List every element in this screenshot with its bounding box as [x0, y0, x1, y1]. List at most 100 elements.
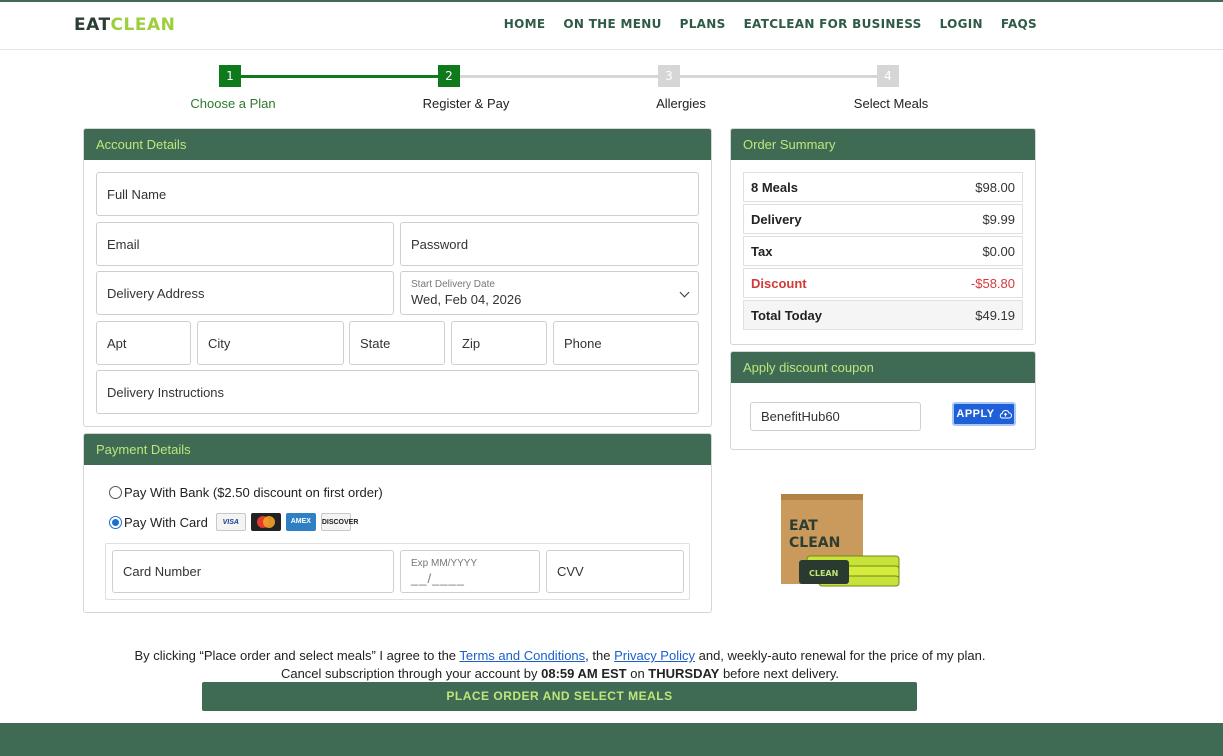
step-3-label: Allergies [656, 96, 706, 111]
step-1-marker: 1 [219, 65, 241, 87]
nav-eatclean-for-business[interactable]: EATCLEAN FOR BUSINESS [744, 17, 922, 31]
full-name-field[interactable]: Full Name [96, 172, 699, 216]
terms-text: By clicking “Place order and select meal… [134, 648, 460, 663]
apply-label: APPLY [956, 408, 995, 420]
nav-home[interactable]: HOME [504, 17, 546, 31]
nav-faqs[interactable]: FAQS [1001, 17, 1037, 31]
email-placeholder: Email [107, 236, 140, 252]
card-option-label: Pay With Card [124, 514, 208, 530]
step-2-marker: 2 [438, 65, 460, 87]
terms-text: on [626, 666, 649, 681]
amex-icon: AMEX [285, 513, 316, 531]
phone-field[interactable]: Phone [553, 321, 699, 365]
visa-icon: VISA [215, 513, 246, 531]
site-footer [0, 723, 1223, 756]
summary-value: $49.19 [975, 307, 1015, 323]
step-4-label: Select Meals [853, 96, 929, 111]
summary-value: -$58.80 [970, 275, 1015, 291]
logo-clean: CLEAN [110, 15, 176, 35]
cancel-time: 08:59 AM EST [541, 666, 627, 681]
apply-coupon-button[interactable]: APPLY [952, 402, 1016, 426]
bank-radio[interactable] [109, 486, 122, 499]
terms-and-conditions-link[interactable]: Terms and Conditions [459, 648, 585, 663]
summary-label: Discount [751, 275, 807, 291]
cancel-day: THURSDAY [648, 666, 720, 681]
cloud-upload-icon [999, 410, 1012, 419]
summary-row-delivery: Delivery $9.99 [743, 204, 1023, 234]
payment-details-panel: Payment Details Pay With Bank ($2.50 dis… [83, 433, 712, 613]
password-placeholder: Password [411, 236, 469, 252]
discover-icon: DISCOVER [320, 513, 358, 531]
cvv-field[interactable]: CVV [546, 550, 684, 593]
city-placeholder: City [208, 335, 231, 351]
state-field[interactable]: State [349, 321, 445, 365]
site-header: EATCLEAN HOME ON THE MENU PLANS EATCLEAN… [0, 2, 1223, 50]
order-summary-panel: Order Summary 8 Meals $98.00 Delivery $9… [730, 128, 1036, 345]
account-details-panel: Account Details Full Name Email Password… [83, 128, 712, 427]
summary-label: Delivery [751, 211, 802, 227]
cvv-placeholder: CVV [557, 564, 584, 579]
step-3-marker: 3 [658, 65, 680, 87]
phone-placeholder: Phone [564, 335, 602, 351]
password-field[interactable]: Password [400, 222, 699, 266]
step-4-marker: 4 [877, 65, 899, 87]
pay-with-bank-option[interactable]: Pay With Bank ($2.50 discount on first o… [109, 485, 383, 500]
step-connector-1 [241, 75, 460, 78]
email-field[interactable]: Email [96, 222, 394, 266]
order-summary-title: Order Summary [731, 129, 1035, 160]
terms-text: Cancel subscription through your account… [280, 666, 542, 681]
summary-label: Tax [751, 243, 773, 259]
payment-details-title: Payment Details [84, 434, 711, 465]
expiry-field[interactable]: Exp MM/YYYY __/____ [400, 550, 540, 593]
coupon-value: BenefitHub60 [761, 409, 840, 424]
full-name-placeholder: Full Name [107, 186, 167, 202]
card-fields-container: Card Number Exp MM/YYYY __/____ CVV [105, 543, 690, 600]
summary-label: Total Today [751, 307, 823, 323]
delivery-instructions-field[interactable]: Delivery Instructions [96, 370, 699, 414]
eatclean-logo[interactable]: EATCLEAN [74, 15, 175, 35]
terms-text: and, weekly-auto renewal for the price o… [695, 648, 986, 663]
box-text-clean: CLEAN [789, 535, 840, 551]
coupon-input[interactable]: BenefitHub60 [750, 402, 921, 431]
summary-row-tax: Tax $0.00 [743, 236, 1023, 266]
card-number-placeholder: Card Number [123, 564, 202, 579]
summary-value: $0.00 [982, 243, 1015, 259]
summary-row-meals: 8 Meals $98.00 [743, 172, 1023, 202]
main-nav: HOME ON THE MENU PLANS EATCLEAN FOR BUSI… [504, 17, 1037, 31]
delivery-instructions-placeholder: Delivery Instructions [107, 384, 225, 400]
expiry-label: Exp MM/YYYY [411, 557, 478, 569]
apt-field[interactable]: Apt [96, 321, 191, 365]
terms-line-2: Cancel subscription through your account… [0, 665, 1120, 683]
summary-row-total: Total Today $49.19 [743, 300, 1023, 330]
summary-value: $9.99 [982, 211, 1015, 227]
start-delivery-date-select[interactable]: Start Delivery Date Wed, Feb 04, 2026 [400, 271, 699, 315]
delivery-address-placeholder: Delivery Address [107, 285, 205, 301]
delivery-address-field[interactable]: Delivery Address [96, 271, 394, 315]
terms-text: before next delivery. [719, 666, 840, 681]
privacy-policy-link[interactable]: Privacy Policy [614, 648, 695, 663]
mini-box-text: CLEAN [809, 569, 838, 578]
step-1-label: Choose a Plan [190, 96, 276, 111]
logo-eat: EAT [74, 15, 111, 35]
summary-value: $98.00 [975, 179, 1015, 195]
expiry-mask: __/____ [411, 570, 465, 586]
summary-row-discount: Discount -$58.80 [743, 268, 1023, 298]
zip-field[interactable]: Zip [451, 321, 547, 365]
box-text-eat: EAT [789, 518, 818, 534]
pay-with-card-option[interactable]: Pay With Card VISA AMEX DISCOVER [109, 513, 358, 531]
nav-login[interactable]: LOGIN [940, 17, 983, 31]
bank-option-label: Pay With Bank ($2.50 discount on first o… [124, 485, 383, 500]
summary-label: 8 Meals [751, 179, 798, 195]
chevron-down-icon [679, 287, 690, 298]
state-placeholder: State [360, 335, 391, 351]
checkout-stepper: 1 2 3 4 Choose a Plan Register & Pay All… [130, 65, 1010, 115]
card-number-field[interactable]: Card Number [112, 550, 394, 593]
nav-plans[interactable]: PLANS [680, 17, 726, 31]
account-details-title: Account Details [84, 129, 711, 160]
city-field[interactable]: City [197, 321, 344, 365]
start-delivery-date-value: Wed, Feb 04, 2026 [411, 292, 522, 307]
nav-on-the-menu[interactable]: ON THE MENU [563, 17, 661, 31]
card-radio[interactable] [109, 515, 122, 529]
coupon-panel: Apply discount coupon BenefitHub60 APPLY [730, 351, 1036, 450]
place-order-button[interactable]: PLACE ORDER AND SELECT MEALS [202, 682, 917, 711]
